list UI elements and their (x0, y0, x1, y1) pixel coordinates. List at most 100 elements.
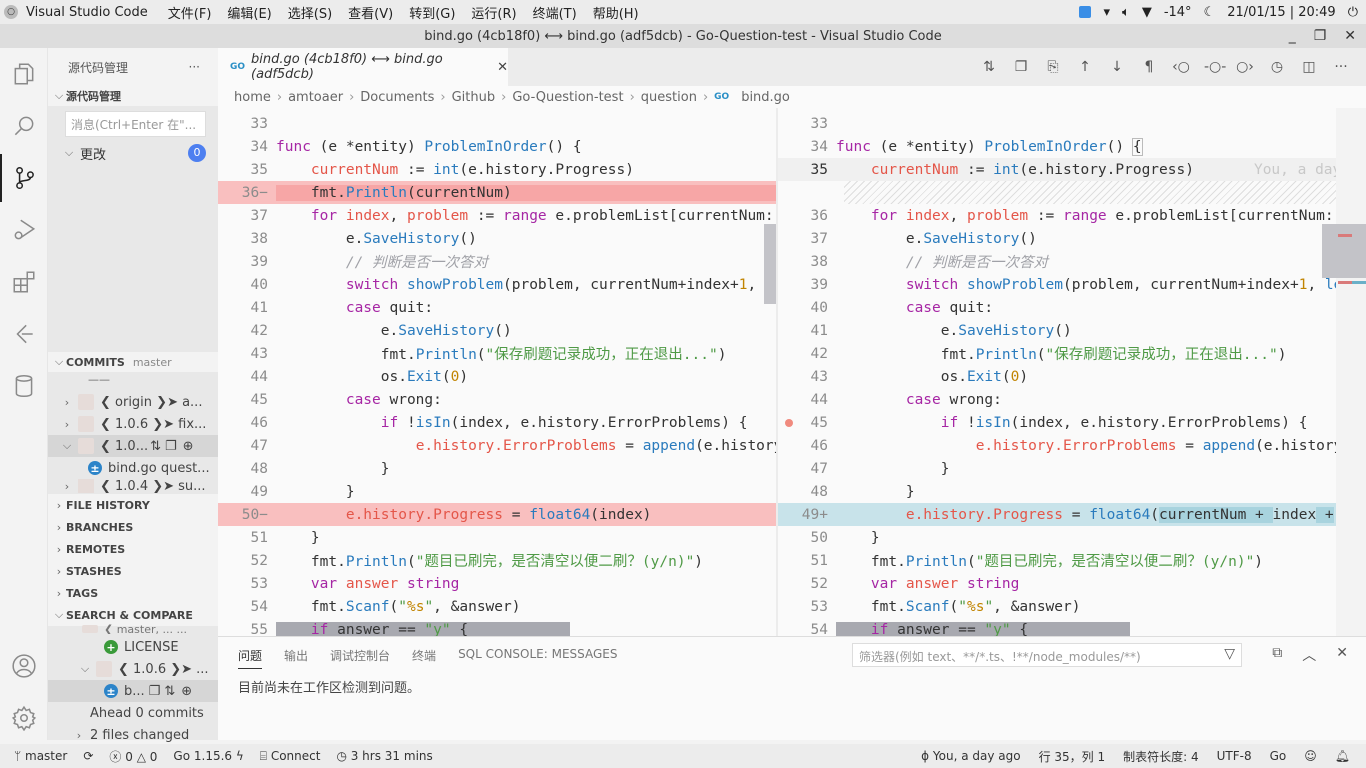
account-icon[interactable] (0, 642, 48, 690)
compare-file-item[interactable]: + LICENSE (48, 636, 218, 658)
clock[interactable]: 21/01/15 | 20:49 (1227, 5, 1336, 20)
tab-close-button[interactable]: ✕ (497, 60, 508, 75)
gitlens-blame-icon[interactable]: ◷ (1268, 59, 1286, 75)
breadcrumb-item[interactable]: bind.go (741, 90, 790, 105)
scm-section-header[interactable]: ⌵ 源代码管理 (48, 86, 218, 106)
source-control-icon[interactable] (0, 154, 48, 202)
tab-sql-console[interactable]: SQL CONSOLE: MESSAGES (458, 647, 617, 669)
open-changes-icon[interactable]: ⇅ (980, 59, 998, 75)
compare-file-item[interactable]: ± b... ❐ ⇅ ⊕ (48, 680, 218, 702)
toggle-whitespace-icon[interactable]: ¶ (1140, 59, 1158, 75)
restore-button[interactable]: ❐ (1314, 28, 1327, 44)
breadcrumb-item[interactable]: Go-Question-test (512, 90, 623, 105)
sync-icon[interactable]: ⟳ (83, 749, 93, 763)
tags-section[interactable]: › TAGS (48, 582, 218, 604)
open-remote-icon[interactable]: ⊕ (183, 439, 194, 454)
breadcrumb-item[interactable]: home (234, 90, 271, 105)
compare-item[interactable]: ⌵ ❮ 1.0.6 ❯➤ ... (48, 658, 218, 680)
go-version-status[interactable]: Go 1.15.6 ϟ (173, 749, 243, 763)
next-change-icon[interactable]: ↓ (1108, 59, 1126, 75)
breadcrumb-item[interactable]: question (641, 90, 697, 105)
search-compare-section[interactable]: ⌵ SEARCH & COMPARE (48, 604, 218, 626)
ahead-commits[interactable]: Ahead 0 commits (48, 702, 218, 724)
next-revision-icon[interactable]: ○› (1236, 59, 1254, 75)
breadcrumb-item[interactable]: Documents (360, 90, 434, 105)
close-panel-icon[interactable]: ✕ (1336, 645, 1348, 665)
explorer-icon[interactable] (0, 50, 48, 98)
changes-group[interactable]: ⌵ 更改 0 (48, 142, 218, 164)
branch-status[interactable]: ᛘ master (14, 749, 67, 763)
commit-item[interactable]: › ❮ origin ❯➤ a... (48, 391, 218, 413)
open-remote-icon[interactable]: ⊕ (181, 684, 192, 699)
breadcrumb-item[interactable]: amtoaer (288, 90, 343, 105)
collapse-all-icon[interactable]: ⧉ (1272, 645, 1282, 665)
close-window-button[interactable]: ✕ (1344, 28, 1356, 44)
menu-selection[interactable]: 选择(S) (288, 3, 332, 22)
file-history-section[interactable]: › FILE HISTORY (48, 494, 218, 516)
tab-problems[interactable]: 问题 (238, 647, 263, 669)
menu-terminal[interactable]: 终端(T) (533, 3, 577, 22)
open-file-icon[interactable]: ❐ (1012, 59, 1030, 75)
files-changed-item[interactable]: › 2 files changed (48, 724, 218, 746)
open-file-icon[interactable]: ❐ (149, 684, 161, 699)
tab-size[interactable]: 制表符长度: 4 (1123, 748, 1199, 765)
problems-status[interactable]: ⓧ 0 △ 0 (109, 748, 157, 765)
settings-gear-icon[interactable] (0, 694, 48, 742)
maximize-panel-icon[interactable]: ︿ (1302, 645, 1316, 665)
extensions-icon[interactable] (0, 258, 48, 306)
revert-file-icon[interactable]: ⎘ (1044, 59, 1062, 75)
remotes-section[interactable]: › REMOTES (48, 538, 218, 560)
breakpoint-dot-icon[interactable] (785, 419, 793, 427)
language-mode[interactable]: Go (1270, 749, 1287, 763)
previous-change-icon[interactable]: ↑ (1076, 59, 1094, 75)
encoding[interactable]: UTF-8 (1217, 749, 1252, 763)
blame-status[interactable]: ϕ You, a day ago (921, 749, 1020, 763)
commits-section-header[interactable]: ⌵ COMMITS master (48, 352, 218, 372)
scrollbar-thumb[interactable] (1322, 224, 1366, 278)
diff-modified-pane[interactable]: 33 34 func (e *entity) ProblemInOrder() {… (778, 108, 1366, 636)
scrollbar-thumb[interactable] (764, 224, 776, 304)
db-connect-status[interactable]: ⌸ Connect (260, 749, 321, 764)
database-icon[interactable] (0, 362, 48, 410)
split-editor-icon[interactable]: ◫ (1300, 59, 1318, 75)
power-icon[interactable]: ⏻ (1348, 5, 1358, 20)
menu-go[interactable]: 转到(G) (409, 3, 455, 22)
tab-terminal[interactable]: 终端 (412, 647, 436, 669)
compare-icon[interactable]: ⇅ (164, 684, 175, 699)
more-actions-button[interactable]: ··· (189, 60, 200, 74)
compare-icon[interactable]: ⇅ (150, 439, 161, 454)
commit-item[interactable]: › ❮ 1.0.4 ❯➤ su... (48, 479, 218, 493)
problems-filter-input[interactable]: 筛选器(例如 text、**/*.ts、!**/node_modules/**)… (852, 643, 1242, 667)
filter-icon[interactable]: ▽ (1224, 646, 1235, 662)
diff-original-pane[interactable]: 33 34 func (e *entity) ProblemInOrder() {… (218, 108, 776, 636)
tab-output[interactable]: 输出 (284, 647, 308, 669)
stashes-section[interactable]: › STASHES (48, 560, 218, 582)
menu-edit[interactable]: 编辑(E) (227, 3, 271, 22)
breadcrumb-item[interactable]: Github (452, 90, 496, 105)
commit-file-item[interactable]: ± bind.go quest... (48, 457, 218, 479)
commit-item[interactable]: › ❮ 1.0.6 ❯➤ fix... (48, 413, 218, 435)
system-logo-icon[interactable]: ○ (4, 5, 18, 19)
gitlens-icon[interactable] (0, 310, 48, 358)
tab-diff-bind-go[interactable]: GO bind.go (4cb18f0) ⟷ bind.go (adf5dcb)… (218, 48, 508, 86)
search-icon[interactable] (0, 102, 48, 150)
menu-view[interactable]: 查看(V) (348, 3, 393, 22)
cursor-position[interactable]: 行 35，列 1 (1039, 748, 1106, 765)
volume-icon[interactable]: 🔈︎ (1122, 5, 1130, 20)
notifications-bell-icon[interactable]: 🔔︎ (1335, 749, 1350, 763)
feedback-icon[interactable]: ☺ (1304, 749, 1317, 763)
tray-dropdown-icon[interactable]: ▾ (1103, 5, 1110, 20)
commit-message-input[interactable]: 消息(Ctrl+Enter 在"... (65, 111, 206, 137)
commit-icon[interactable]: -○- (1204, 59, 1226, 75)
menu-file[interactable]: 文件(F) (168, 3, 212, 22)
menu-run[interactable]: 运行(R) (471, 3, 516, 22)
tab-debug-console[interactable]: 调试控制台 (330, 647, 390, 669)
menu-help[interactable]: 帮助(H) (593, 3, 639, 22)
wifi-icon[interactable]: ▼ (1142, 5, 1152, 20)
branches-section[interactable]: › BRANCHES (48, 516, 218, 538)
overview-ruler[interactable] (1336, 108, 1366, 636)
run-debug-icon[interactable] (0, 206, 48, 254)
commit-item-expanded[interactable]: ⌵ ❮ 1.0... ⇅ ❐ ⊕ (48, 435, 218, 457)
more-actions-icon[interactable]: ··· (1332, 59, 1350, 75)
tray-app-icon[interactable] (1079, 6, 1092, 18)
